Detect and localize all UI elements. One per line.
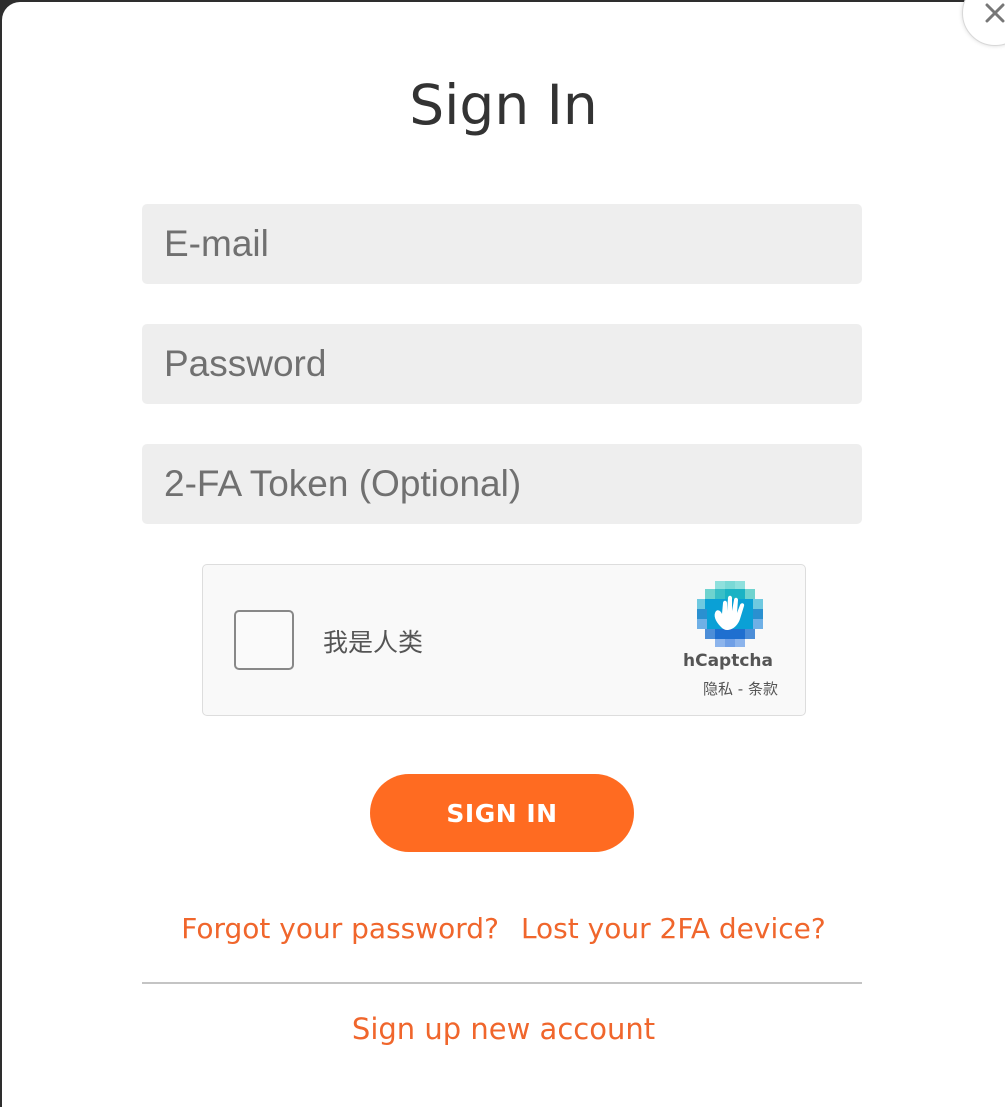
link-separator: - xyxy=(733,680,748,698)
signup-row: Sign up new account xyxy=(2,1012,1005,1046)
password-input[interactable] xyxy=(142,324,862,404)
close-icon xyxy=(985,3,1005,23)
sign-up-link[interactable]: Sign up new account xyxy=(352,1012,655,1046)
email-input[interactable] xyxy=(142,204,862,284)
captcha-label: 我是人类 xyxy=(323,628,424,657)
hcaptcha-widget: 我是人类 hCaptcha 隐私 - 条款 xyxy=(202,564,806,716)
page-title: Sign In xyxy=(409,73,598,137)
help-links: Forgot your password? Lost your 2FA devic… xyxy=(2,912,1005,945)
terms-link[interactable]: 条款 xyxy=(748,680,778,698)
forgot-password-link[interactable]: Forgot your password? xyxy=(181,912,499,945)
captcha-footer-links: 隐私 - 条款 xyxy=(703,678,778,699)
hcaptcha-logo-icon xyxy=(697,581,763,647)
privacy-link[interactable]: 隐私 xyxy=(703,680,733,698)
divider xyxy=(142,982,862,984)
hcaptcha-brand: hCaptcha xyxy=(683,651,773,671)
lost-2fa-link[interactable]: Lost your 2FA device? xyxy=(521,912,826,945)
sign-in-modal: Sign In 我是人类 xyxy=(2,0,1005,1107)
sign-in-button[interactable]: SIGN IN xyxy=(370,774,634,852)
close-button[interactable] xyxy=(962,0,1005,46)
2fa-token-input[interactable] xyxy=(142,444,862,524)
captcha-checkbox[interactable] xyxy=(234,610,294,670)
